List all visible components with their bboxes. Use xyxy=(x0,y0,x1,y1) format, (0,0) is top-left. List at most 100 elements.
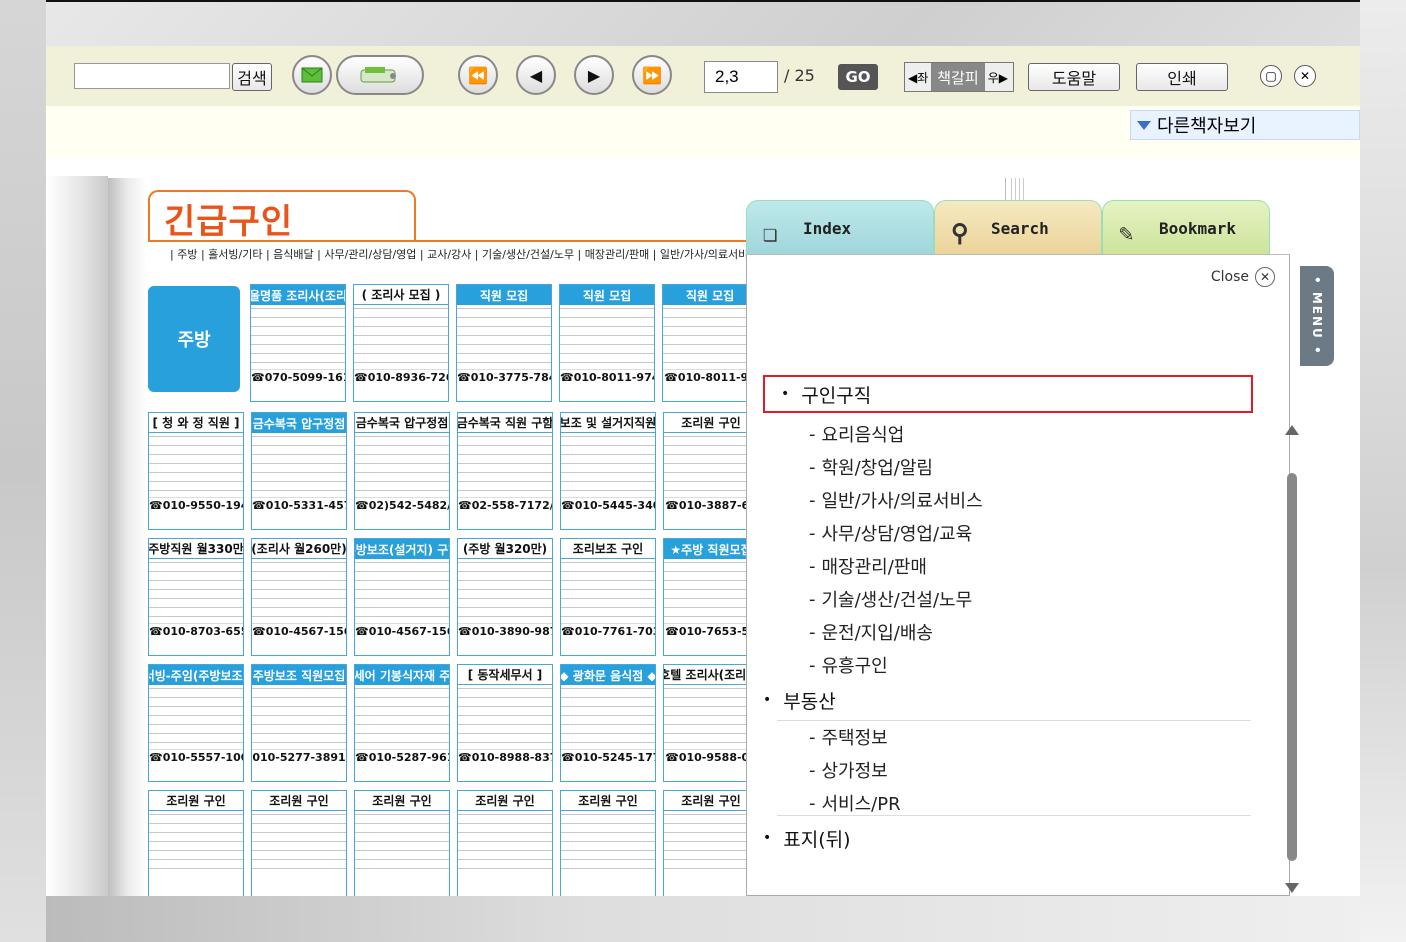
tab-index[interactable]: ❏ Index xyxy=(746,200,934,256)
index-panel: ❏ Index ⚲ Search ✎ Bookmark Close ✕ • 구인… xyxy=(746,200,1334,896)
toc-item[interactable]: - 학원/창업/알림 xyxy=(809,452,933,482)
first-page-icon[interactable]: ⏪ xyxy=(458,55,498,95)
bookmark-right-button[interactable]: 우▶ xyxy=(985,69,1011,86)
toc-item[interactable]: - 상가정보 xyxy=(809,755,888,785)
bookmark-left-button[interactable]: ◀좌 xyxy=(905,69,931,86)
book-spine xyxy=(108,178,146,896)
job-ad: ★홀서빙-주임(주방보조)세척 ☎010-5557-1004 xyxy=(148,664,244,782)
job-ad-phone: ☎010-4567-1566 xyxy=(355,623,449,639)
job-ad-body xyxy=(664,559,758,623)
job-ad-body xyxy=(355,433,449,497)
job-ad-body xyxy=(149,433,243,497)
job-ad-body xyxy=(458,433,552,497)
print-button[interactable]: 인쇄 xyxy=(1136,63,1228,91)
job-ad-title: ( 조리사 모집 ) xyxy=(354,285,448,305)
toc-divider xyxy=(777,815,1251,816)
window-mode-icon[interactable]: ▢ xyxy=(1260,65,1282,87)
menu-tab[interactable]: • MENU • xyxy=(1300,266,1334,366)
toc-section-cover[interactable]: • 표지(뒤) xyxy=(763,819,851,857)
job-ad-title: 조리원 구인 xyxy=(458,791,552,811)
tab-index-label: Index xyxy=(803,218,852,238)
job-ad-title: ◆ 광화문 음식점 ◆ xyxy=(561,665,655,685)
toc-item[interactable]: - 유흥구인 xyxy=(809,650,888,680)
page-gutter xyxy=(46,176,108,896)
next-page-icon[interactable]: ▶ xyxy=(574,55,614,95)
tab-search[interactable]: ⚲ Search xyxy=(934,200,1102,256)
scroll-up-icon[interactable] xyxy=(1285,425,1299,435)
job-ad-body xyxy=(355,559,449,623)
job-ad-body xyxy=(664,811,758,875)
tab-bookmark[interactable]: ✎ Bookmark xyxy=(1102,200,1270,256)
toc-item[interactable]: - 운전/지입/배송 xyxy=(809,617,933,647)
toc-item[interactable]: - 서비스/PR xyxy=(809,788,901,818)
tab-bookmark-label: Bookmark xyxy=(1159,218,1237,238)
job-ad-body xyxy=(355,685,449,749)
job-ad: [ 청 와 정 직원 ] ☎010-9550-1947 xyxy=(148,412,244,530)
job-ad-phone: ☎02-558-7172/매니저 xyxy=(458,497,552,513)
job-ad-phone: ☎010-5557-1004 xyxy=(149,749,243,765)
job-ad: 금수복국 직원 구함 ☎02-558-7172/매니저 xyxy=(457,412,553,530)
job-ad-title: ★주방 직원모집 xyxy=(664,539,758,559)
search-input[interactable] xyxy=(74,63,230,89)
scrollbar-thumb[interactable] xyxy=(1287,473,1297,861)
prev-page-icon[interactable]: ◀ xyxy=(516,55,556,95)
download-icon[interactable] xyxy=(336,55,424,95)
page-number-input[interactable] xyxy=(704,61,778,93)
toc-item[interactable]: - 요리음식업 xyxy=(809,419,904,449)
other-books-dropdown[interactable]: 다른책자보기 xyxy=(1130,110,1360,140)
scroll-down-icon[interactable] xyxy=(1285,883,1299,893)
job-ad-title: 조리원 구인 xyxy=(149,791,243,811)
toc-item[interactable]: - 일반/가사/의료서비스 xyxy=(809,485,983,515)
toc-section-realestate[interactable]: • 부동산 xyxy=(763,681,836,719)
bullet-icon: • xyxy=(763,830,772,846)
job-ad-body xyxy=(354,305,448,369)
job-ad-title: (주방 월320만) xyxy=(458,539,552,559)
panel-close-button[interactable]: Close ✕ xyxy=(1211,267,1275,287)
close-icon[interactable]: ✕ xyxy=(1294,65,1316,87)
job-ad-body xyxy=(561,559,655,623)
job-ad: 직원 모집 ☎010-3775-7846 xyxy=(456,284,552,402)
toc-item[interactable]: - 주택정보 xyxy=(809,722,888,752)
job-ad-body xyxy=(252,559,346,623)
job-ad-body xyxy=(252,811,346,875)
toc-item[interactable]: - 매장관리/판매 xyxy=(809,551,927,581)
job-ad: 조리원 구인 xyxy=(148,790,244,896)
job-ad: 직원 모집 ☎010-8011-97 xyxy=(662,284,758,402)
search-button[interactable]: 검색 xyxy=(232,63,272,91)
job-ad: ★주방보조 직원모집★ 010-5277-3891 xyxy=(251,664,347,782)
job-ad: 조리원 구인 xyxy=(663,790,759,896)
job-ad-phone: ☎010-3887-66 xyxy=(664,497,758,512)
last-page-icon[interactable]: ⏩ xyxy=(632,55,672,95)
go-button[interactable]: GO xyxy=(838,64,878,90)
page-total: / 25 xyxy=(784,66,815,85)
bullet-icon: • xyxy=(763,692,772,708)
email-icon[interactable] xyxy=(292,55,332,95)
triangle-down-icon xyxy=(1137,120,1151,130)
magnifier-icon: ⚲ xyxy=(951,219,969,247)
bookmark-button[interactable]: 책갈피 xyxy=(931,63,985,91)
toc-item[interactable]: - 사무/상담/영업/교육 xyxy=(809,518,972,548)
job-ad-title: [ 동작세무서 ] xyxy=(458,665,552,685)
job-ad-title: 금수복국 압구정점 xyxy=(252,413,346,433)
toolbar: 검색 ⏪ ◀ ▶ ⏩ / 25 GO ◀좌 책갈피 우▶ 도움말 인쇄 ▢ ✕ xyxy=(46,46,1360,106)
job-ad-title: ★홀서빙-주임(주방보조)세척 xyxy=(149,665,243,685)
index-panel-body: Close ✕ • 구인구직 - 요리음식업 - 학원/창업/알림 - 일반/가… xyxy=(746,254,1299,896)
job-ad-title: 금수복국 직원 구함 xyxy=(458,413,552,433)
job-ad-phone: ☎010-7653-59 xyxy=(664,623,758,638)
help-button[interactable]: 도움말 xyxy=(1028,63,1120,91)
job-ad-body xyxy=(252,685,346,749)
job-ad-body xyxy=(458,811,552,875)
job-ad-body xyxy=(251,305,345,369)
toc-item[interactable]: - 기술/생산/건설/노무 xyxy=(809,584,972,614)
job-ad: (주방 월320만) ☎010-3890-9871 xyxy=(457,538,553,656)
job-ad-phone: ☎010-9550-1947 xyxy=(149,497,243,513)
toc-section-jobs[interactable]: • 구인구직 xyxy=(763,375,1253,413)
job-ad-phone: ☎010-8011-97 xyxy=(663,369,757,384)
job-ad: 조리원 구인 xyxy=(354,790,450,896)
job-ad-body xyxy=(561,685,655,749)
tab-search-label: Search xyxy=(991,218,1049,238)
job-ad-body xyxy=(664,685,758,749)
job-ad: ★주방 직원모집 ☎010-7653-59 xyxy=(663,538,759,656)
job-ad-phone: ☎010-4567-1566 xyxy=(252,623,346,639)
bullet-icon: • xyxy=(781,386,790,402)
